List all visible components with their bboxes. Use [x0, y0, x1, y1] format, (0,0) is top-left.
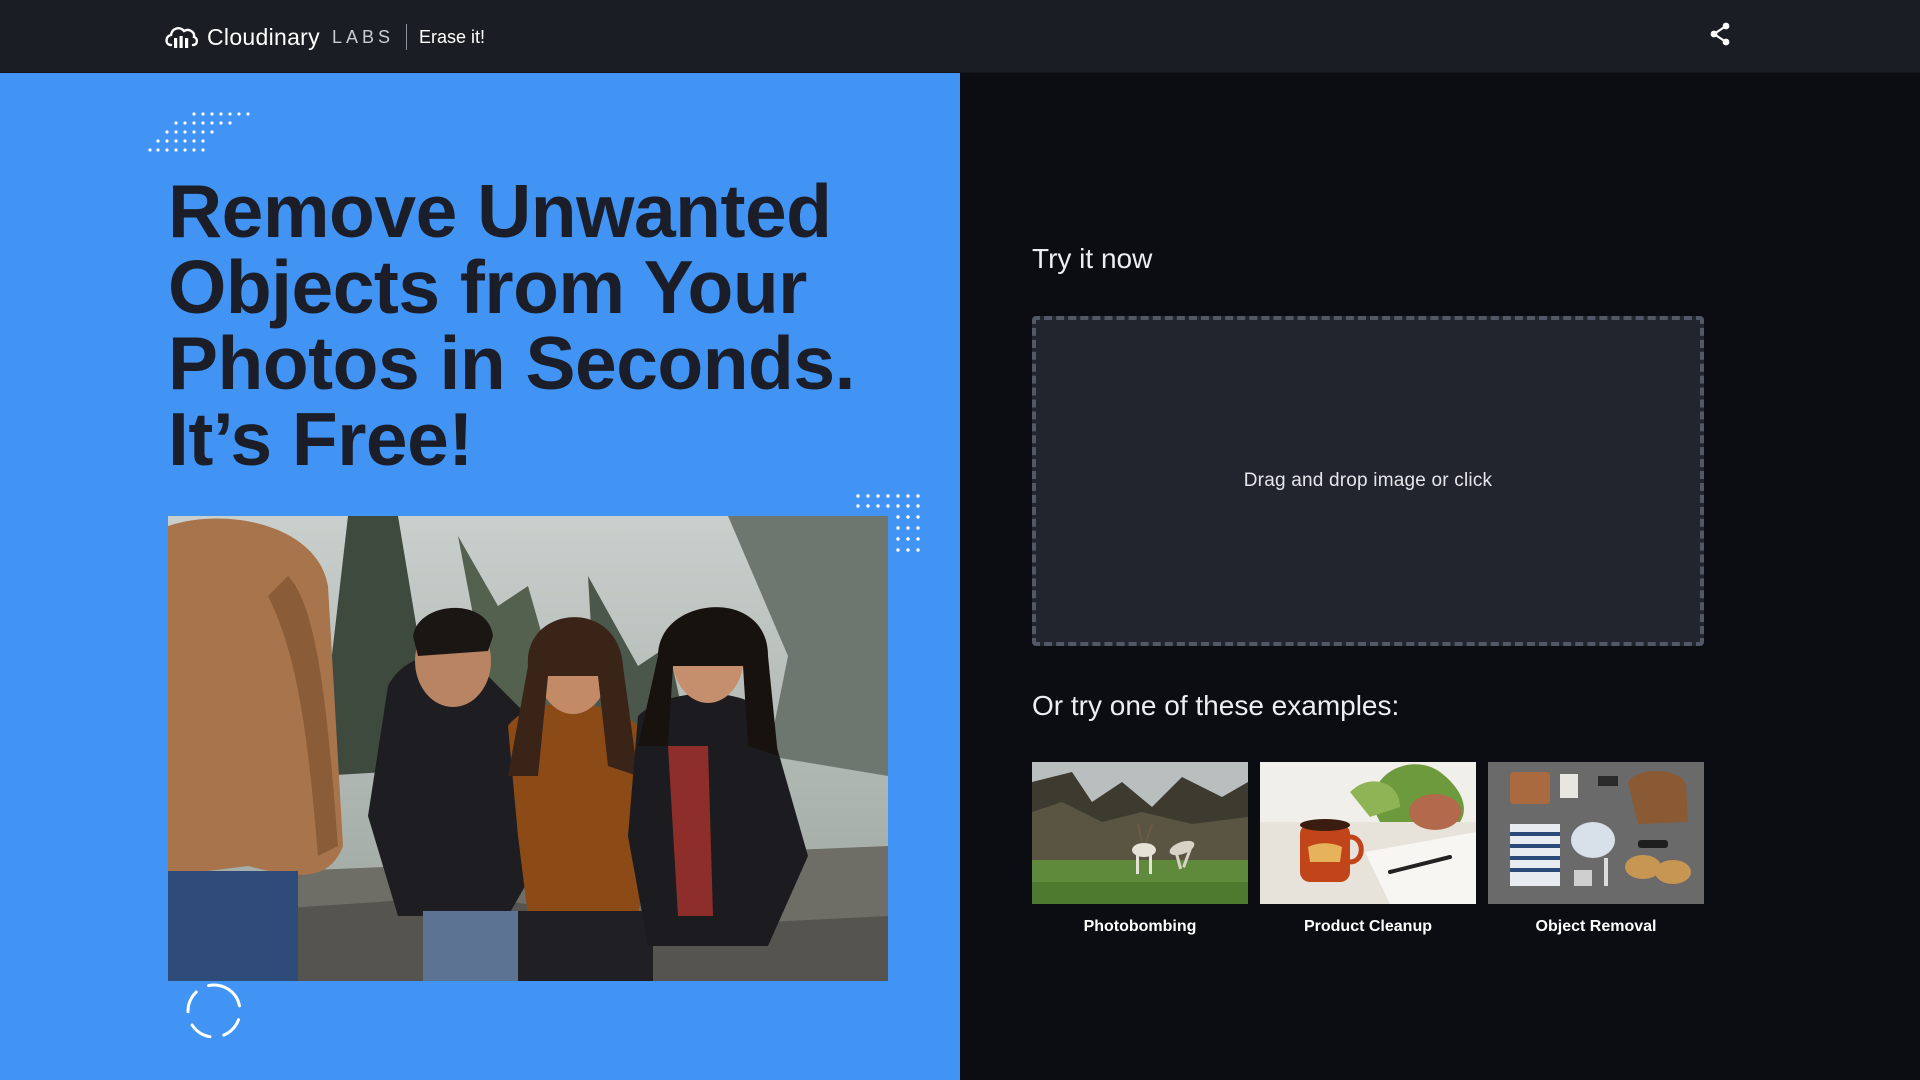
share-button[interactable] — [1706, 19, 1734, 49]
hero-title: Remove Unwanted Objects from Your Photos… — [168, 173, 908, 477]
hero-photo — [168, 516, 888, 981]
examples-heading: Or try one of these examples: — [1032, 690, 1400, 721]
brand-divider — [405, 24, 407, 50]
hero-title-line: Remove Unwanted — [168, 169, 832, 253]
example-label: Product Cleanup — [1303, 918, 1432, 935]
hero-title-line: Objects from Your — [168, 245, 807, 329]
example-label: Photobombing — [1083, 918, 1197, 935]
hero-title-line: It’s Free! — [168, 397, 473, 481]
brand-name: Cloudinary — [207, 23, 320, 50]
decorative-dots — [148, 112, 250, 152]
examples-list: Photobombing Product Cleanup Object Remo… — [1032, 762, 1704, 936]
loading-spinner-icon — [186, 983, 242, 1039]
example-thumbnail — [1260, 762, 1476, 904]
hero-title-line: Photos in Seconds. — [168, 321, 855, 405]
example-label: Object Removal — [1535, 918, 1657, 935]
example-thumbnail — [1488, 762, 1704, 904]
top-bar: Cloudinary LABS Erase it! — [0, 0, 1920, 73]
example-object-removal[interactable]: Object Removal — [1488, 762, 1704, 936]
example-thumbnail — [1032, 762, 1248, 904]
image-dropzone[interactable]: Drag and drop image or click — [1032, 316, 1704, 646]
example-photobombing[interactable]: Photobombing — [1032, 762, 1248, 936]
product-name: Erase it! — [418, 26, 486, 47]
dropzone-text: Drag and drop image or click — [1243, 470, 1493, 491]
brand[interactable]: Cloudinary LABS Erase it! — [163, 20, 485, 54]
hero-panel: Remove Unwanted Objects from Your Photos… — [0, 73, 960, 1080]
share-icon — [1710, 22, 1730, 46]
cloudinary-cloud-icon — [163, 23, 199, 51]
example-product-cleanup[interactable]: Product Cleanup — [1260, 762, 1476, 936]
try-it-now-heading: Try it now — [1032, 243, 1153, 274]
brand-labs: LABS — [331, 26, 394, 47]
upload-panel: Try it now Drag and drop image or click … — [960, 73, 1920, 1080]
